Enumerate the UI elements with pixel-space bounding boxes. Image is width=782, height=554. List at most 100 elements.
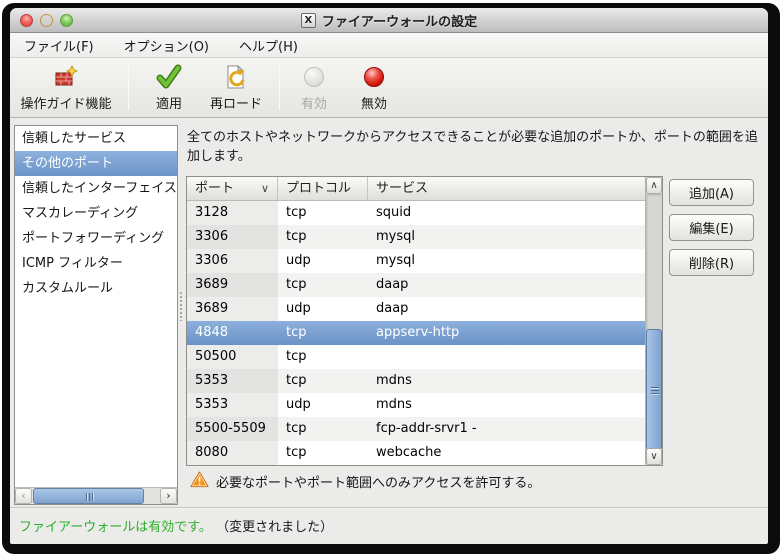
protocol-cell: tcp — [278, 273, 368, 297]
scroll-down-icon[interactable]: ∨ — [646, 448, 662, 465]
table-row[interactable]: 4848 tcp appserv-http — [187, 321, 645, 345]
menu-file[interactable]: ファイル(F) — [22, 34, 96, 57]
sidebar-item[interactable]: マスカレーディング — [15, 201, 177, 226]
wizard-label: 操作ガイド機能 — [20, 93, 111, 112]
edit-button[interactable]: 編集(E) — [669, 214, 754, 241]
apply-toolbar-button[interactable]: 適用 — [141, 61, 197, 115]
title-area: X ファイアーウォールの設定 — [10, 8, 768, 33]
table-row[interactable]: 8080 tcp webcache — [187, 441, 645, 465]
reload-label: 再ロード — [210, 93, 262, 112]
port-cell: 5353 — [187, 393, 278, 417]
screenshot-canvas: X ファイアーウォールの設定 ファイル(F) オプション(O) ヘルプ(H) 操… — [0, 0, 782, 554]
sort-descending-icon: ∨ — [261, 177, 269, 200]
scroll-right-icon[interactable]: › — [160, 488, 177, 504]
reload-toolbar-button[interactable]: 再ロード — [205, 61, 267, 115]
firewall-config-window: X ファイアーウォールの設定 ファイル(F) オプション(O) ヘルプ(H) 操… — [10, 8, 768, 544]
table-row[interactable]: 3689 udp daap — [187, 297, 645, 321]
statusbar: ファイアーウォールは有効です。 （変更されました） — [10, 509, 768, 544]
table-row[interactable]: 5353 tcp mdns — [187, 369, 645, 393]
table-row[interactable]: 3128 tcp squid — [187, 201, 645, 225]
sidebar-horizontal-scrollbar[interactable]: ‹ › — [15, 487, 177, 504]
port-cell: 5500-5509 — [187, 417, 278, 441]
disable-circle-icon — [364, 64, 384, 90]
table-header-row: ポート ∨ プロトコル サービス — [187, 177, 645, 201]
protocol-cell: udp — [278, 393, 368, 417]
scroll-left-icon[interactable]: ‹ — [15, 488, 32, 504]
enable-circle-icon — [304, 64, 324, 90]
sidebar-item[interactable]: 信頼したインターフェイス — [15, 176, 177, 201]
toolbar-separator — [279, 66, 280, 110]
port-cell: 5353 — [187, 369, 278, 393]
vertical-scroll-track[interactable] — [646, 194, 662, 448]
horizontal-scroll-thumb[interactable] — [33, 488, 144, 504]
sidebar-item[interactable]: その他のポート — [15, 151, 177, 176]
sidebar-item[interactable]: 信頼したサービス — [15, 126, 177, 151]
table-row[interactable]: 5353 udp mdns — [187, 393, 645, 417]
protocol-cell: tcp — [278, 369, 368, 393]
column-header-port[interactable]: ポート ∨ — [187, 177, 278, 200]
service-cell: daap — [368, 297, 645, 321]
port-cell: 4848 — [187, 321, 278, 345]
menu-options[interactable]: オプション(O) — [122, 34, 211, 57]
table-row[interactable]: 3306 udp mysql — [187, 249, 645, 273]
service-cell: mdns — [368, 393, 645, 417]
titlebar[interactable]: X ファイアーウォールの設定 — [10, 8, 768, 33]
menubar: ファイル(F) オプション(O) ヘルプ(H) — [10, 33, 768, 58]
protocol-cell: udp — [278, 249, 368, 273]
sidebar-item[interactable]: カスタムルール — [15, 276, 177, 301]
protocol-cell: tcp — [278, 225, 368, 249]
service-cell: daap — [368, 273, 645, 297]
table-row[interactable]: 5500-5509 tcp fcp-addr-srvr1 - — [187, 417, 645, 441]
table-row[interactable]: 3689 tcp daap — [187, 273, 645, 297]
table-vertical-scrollbar[interactable]: ∧ ∨ — [645, 177, 662, 465]
protocol-cell: tcp — [278, 441, 368, 465]
scroll-up-icon[interactable]: ∧ — [646, 177, 662, 194]
toolbar: 操作ガイド機能 適用 — [10, 58, 768, 118]
changed-status-text: （変更されました） — [216, 520, 333, 535]
column-header-service[interactable]: サービス — [368, 177, 645, 200]
reload-icon — [223, 64, 249, 90]
protocol-cell: tcp — [278, 417, 368, 441]
firewall-status-text: ファイアーウォールは有効です。 — [19, 520, 212, 535]
disable-toolbar-button[interactable]: 無効 — [352, 61, 396, 115]
wizard-icon — [53, 64, 79, 90]
x11-app-icon: X — [301, 13, 316, 28]
ports-table-grid: ポート ∨ プロトコル サービス 3128 tcp squid — [187, 177, 645, 465]
disable-label: 無効 — [361, 93, 387, 112]
service-cell: mdns — [368, 369, 645, 393]
pane-resize-handle[interactable] — [179, 291, 184, 321]
port-header-label: ポート — [195, 181, 234, 196]
port-cell: 3306 — [187, 249, 278, 273]
enable-label: 有効 — [301, 93, 327, 112]
port-cell: 3689 — [187, 273, 278, 297]
service-cell: fcp-addr-srvr1 - — [368, 417, 645, 441]
horizontal-scroll-track[interactable] — [144, 488, 160, 504]
service-cell: squid — [368, 201, 645, 225]
service-cell — [368, 345, 645, 369]
table-row[interactable]: 3306 tcp mysql — [187, 225, 645, 249]
wizard-toolbar-button[interactable]: 操作ガイド機能 — [16, 61, 116, 115]
port-cell: 3306 — [187, 225, 278, 249]
sidebar-items: 信頼したサービス その他のポート 信頼したインターフェイス マスカレーディング … — [15, 126, 177, 301]
port-cell: 3128 — [187, 201, 278, 225]
sidebar-item[interactable]: ポートフォワーディング — [15, 226, 177, 251]
protocol-cell: tcp — [278, 321, 368, 345]
sidebar-category-list: 信頼したサービス その他のポート 信頼したインターフェイス マスカレーディング … — [14, 125, 178, 505]
warning-text: 必要なポートやポート範囲へのみアクセスを許可する。 — [216, 472, 540, 491]
port-cell: 8080 — [187, 441, 278, 465]
toolbar-separator — [128, 66, 129, 110]
table-row[interactable]: 50500 tcp — [187, 345, 645, 369]
table-action-buttons: 追加(A) 編集(E) 削除(R) — [669, 179, 754, 276]
column-header-protocol[interactable]: プロトコル — [278, 177, 368, 200]
add-button[interactable]: 追加(A) — [669, 179, 754, 206]
protocol-cell: tcp — [278, 345, 368, 369]
protocol-cell: udp — [278, 297, 368, 321]
port-cell: 3689 — [187, 297, 278, 321]
service-cell: mysql — [368, 225, 645, 249]
menu-help[interactable]: ヘルプ(H) — [237, 34, 300, 57]
window-title: ファイアーウォールの設定 — [322, 11, 477, 30]
sidebar-item[interactable]: ICMP フィルター — [15, 251, 177, 276]
delete-button[interactable]: 削除(R) — [669, 249, 754, 276]
vertical-scroll-thumb[interactable] — [646, 329, 662, 450]
ports-table: ポート ∨ プロトコル サービス 3128 tcp squid — [186, 176, 663, 466]
